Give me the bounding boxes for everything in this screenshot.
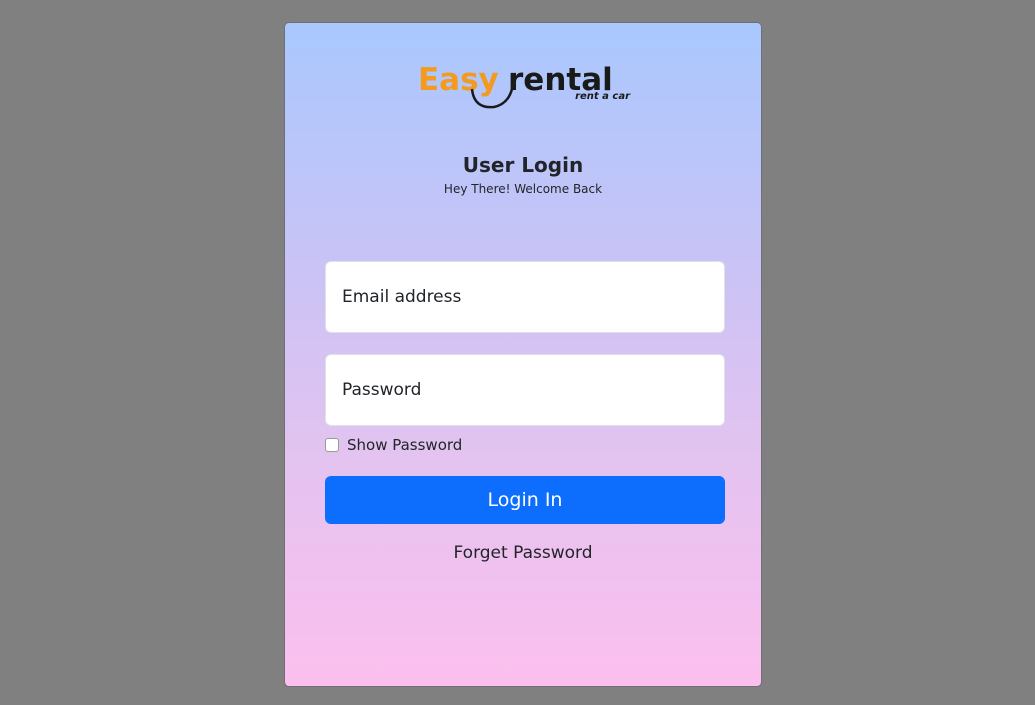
logo-brand-part1: Easy xyxy=(418,62,499,98)
email-field[interactable] xyxy=(325,261,725,333)
login-button[interactable]: Login In xyxy=(325,476,725,524)
show-password-label[interactable]: Show Password xyxy=(347,436,462,454)
easyrental-logo: Easy rental rent a car xyxy=(418,62,631,109)
page-subtitle: Hey There! Welcome Back xyxy=(443,182,603,196)
show-password-row[interactable]: Show Password xyxy=(325,434,462,456)
login-card: Easy rental rent a car User Login Hey Th… xyxy=(284,22,762,687)
page-title: User Login xyxy=(462,153,584,177)
show-password-checkbox[interactable] xyxy=(325,438,339,452)
forget-password-link[interactable]: Forget Password xyxy=(285,543,761,563)
logo-tagline: rent a car xyxy=(575,91,631,102)
password-field[interactable] xyxy=(325,354,725,426)
